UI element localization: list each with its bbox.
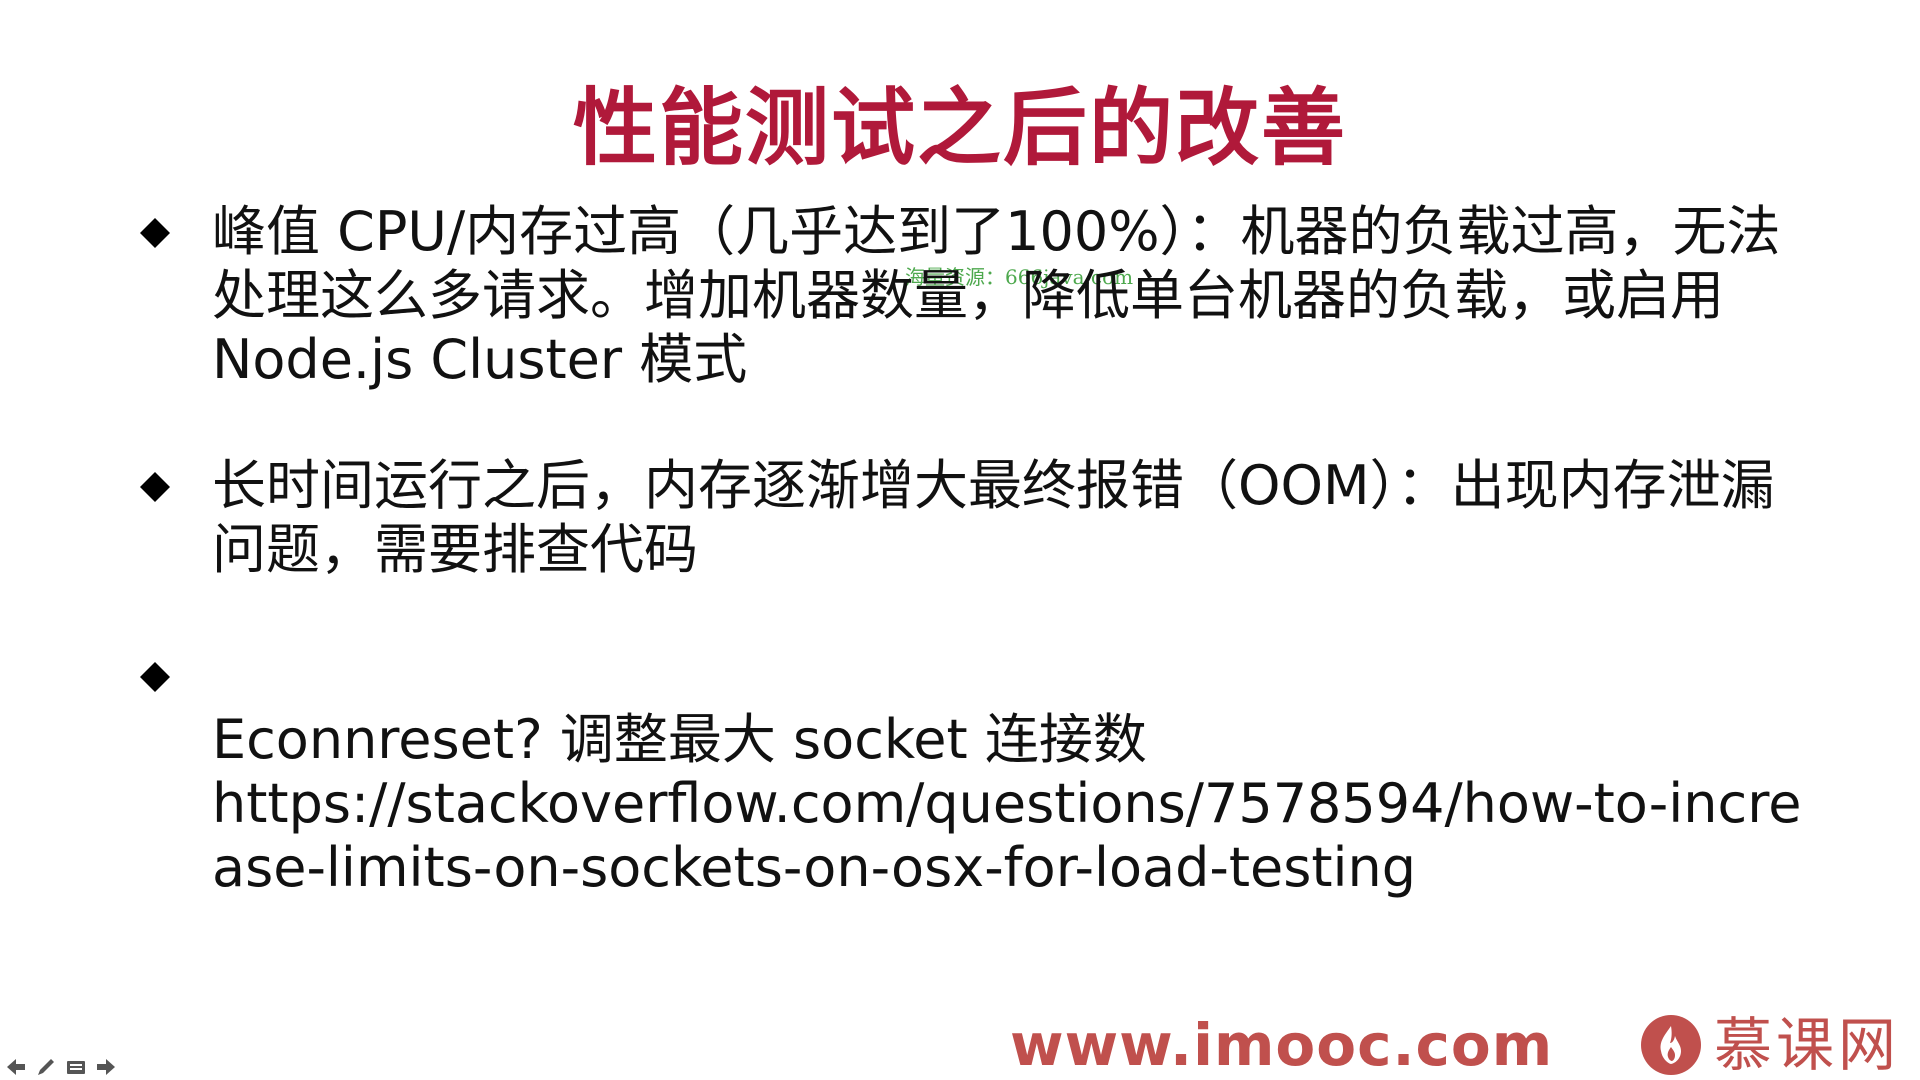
bullet-text: 长时间运行之后，内存逐渐增大最终报错（OOM）：出现内存泄漏 问题，需要排查代码 bbox=[212, 454, 1775, 581]
diamond-bullet-icon bbox=[140, 662, 170, 692]
diamond-bullet-icon bbox=[140, 218, 170, 248]
stackoverflow-link[interactable]: https://stackoverflow.com/questions/7578… bbox=[212, 772, 1812, 900]
arrow-right-icon[interactable] bbox=[94, 1055, 118, 1079]
slide-title: 性能测试之后的改善 bbox=[572, 79, 1347, 177]
brand-name: 慕课网 bbox=[1714, 1011, 1901, 1079]
bullet-text: Econnreset? 调整最大 socket 连接数 https://stac… bbox=[212, 644, 1812, 964]
flame-logo-icon bbox=[1640, 1014, 1702, 1076]
diamond-bullet-icon bbox=[140, 472, 170, 502]
slideshow-toolbar bbox=[4, 1054, 118, 1080]
slides-menu-icon[interactable] bbox=[64, 1055, 88, 1079]
pen-icon[interactable] bbox=[34, 1055, 58, 1079]
footer-site-url: www.imooc.com bbox=[1010, 1011, 1554, 1079]
brand-logo: 慕课网 bbox=[1640, 1010, 1900, 1080]
bullet-heading: Econnreset? 调整最大 socket 连接数 bbox=[212, 708, 1147, 771]
bullet-text: 峰值 CPU/内存过高（几乎达到了100%）：机器的负载过高，无法 处理这么多请… bbox=[212, 200, 1781, 391]
presentation-slide: 性能测试之后的改善 海量资源：666java.com 峰值 CPU/内存过高（几… bbox=[0, 0, 1920, 1080]
arrow-left-icon[interactable] bbox=[4, 1055, 28, 1079]
